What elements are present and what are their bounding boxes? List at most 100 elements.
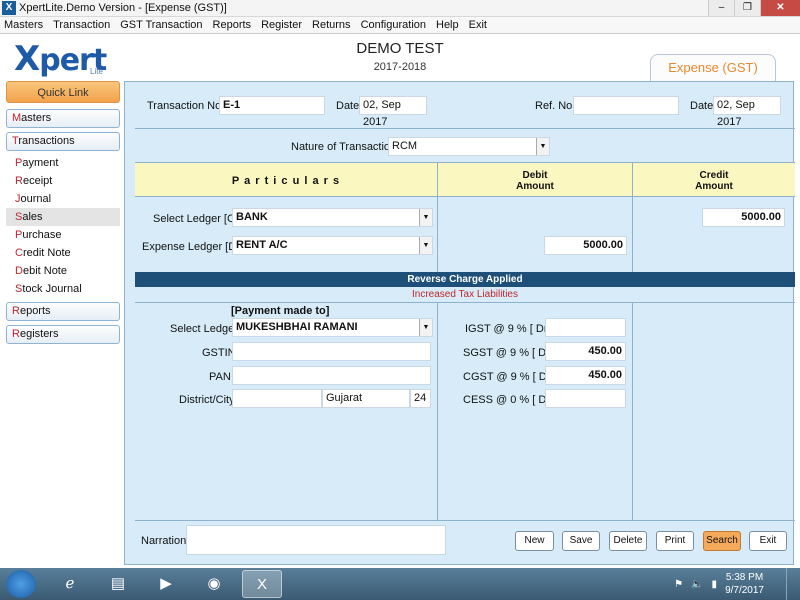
transaction-list: Payment Receipt Journal Sales Purchase C… [6,154,120,298]
payment-made-to-label: [Payment made to] [231,305,330,317]
chevron-down-icon[interactable]: ▼ [536,138,549,155]
media-player-icon[interactable]: ▶ [146,570,186,598]
chrome-icon[interactable]: ◉ [194,570,234,598]
delete-button[interactable]: Delete [609,531,647,551]
menu-gst-transaction[interactable]: GST Transaction [115,19,207,31]
select-ledger-cr-label: Select Ledger [Cr] [153,213,242,225]
sidebar-masters[interactable]: Masters [6,109,120,128]
network-icon[interactable]: ▮ [712,579,718,590]
debit-amount-field[interactable]: 5000.00 [544,236,627,255]
expense-form: Transaction No. E-1 Date 02, Sep 2017 Re… [124,81,795,565]
sgst-field[interactable]: 450.00 [545,342,626,361]
credit-amount-field[interactable]: 5000.00 [702,208,785,227]
sidebar-item-sales[interactable]: Sales [6,208,120,226]
cgst-label: CGST @ 9 % [ Dr ] [463,371,557,383]
narration-field[interactable] [186,525,446,555]
sidebar-item-receipt[interactable]: Receipt [6,172,120,190]
header: Xpert Lite DEMO TEST 2017-2018 Expense (… [0,35,800,81]
save-button[interactable]: Save [562,531,600,551]
party-ledger-select[interactable]: MUKESHBHAI RAMANI ▼ [232,318,433,337]
expense-ledger-select[interactable]: RENT A/C ▼ [232,236,433,255]
search-button[interactable]: Search [703,531,741,551]
sidebar-reports[interactable]: Reports [6,302,120,321]
menu-transaction[interactable]: Transaction [48,19,115,31]
ref-no-label: Ref. No. [535,100,576,112]
menu-returns[interactable]: Returns [307,19,356,31]
sidebar-item-credit-note[interactable]: Credit Note [6,244,120,262]
flag-icon[interactable]: ⚑ [674,579,683,590]
close-button[interactable]: ✕ [760,0,800,16]
financial-year: 2017-2018 [373,61,427,73]
particulars-header: P a r t i c u l a r s [231,174,341,187]
chevron-down-icon[interactable]: ▼ [419,209,432,226]
sidebar-transactions[interactable]: Transactions [6,132,120,151]
debit-amount-header: Debit Amount [437,163,632,198]
sgst-label: SGST @ 9 % [ Dr ] [463,347,556,359]
menu-masters[interactable]: Masters [0,19,48,31]
start-button[interactable] [6,570,36,598]
file-explorer-icon[interactable]: ▤ [98,570,138,598]
exit-button[interactable]: Exit [749,531,787,551]
expense-ledger-label: Expense Ledger [Dr] [142,241,243,253]
menu-help[interactable]: Help [431,19,464,31]
cgst-field[interactable]: 450.00 [545,366,626,385]
title-bar: X XpertLite.Demo Version - [Expense (GST… [0,0,800,17]
sidebar-item-purchase[interactable]: Purchase [6,226,120,244]
narration-label: Narration [141,535,187,547]
reverse-charge-banner: Reverse Charge Applied [135,272,795,287]
ref-no-field[interactable] [573,96,679,115]
taskbar: ℯ ▤ ▶ ◉ X ⚑ 🔈 ▮ 5:38 PM 9/7/2017 [0,568,800,600]
column-divider [632,197,633,272]
sidebar-item-stock-journal[interactable]: Stock Journal [6,280,120,298]
speaker-icon[interactable]: 🔈 [691,579,703,590]
pan-field[interactable] [232,366,431,385]
date-field[interactable]: 02, Sep 2017 [359,96,427,128]
state-field[interactable]: Gujarat [322,389,410,408]
pan-label: PAN [209,371,231,383]
state-code-field[interactable]: 24 [410,389,431,408]
gstin-field[interactable] [232,342,431,361]
column-divider [437,197,438,272]
credit-amount-header: Credit Amount [632,163,795,198]
print-button[interactable]: Print [656,531,694,551]
menu-reports[interactable]: Reports [208,19,257,31]
tab-expense-gst[interactable]: Expense (GST) [650,54,776,81]
column-divider [437,302,438,520]
transaction-no-field[interactable]: E-1 [219,96,325,115]
show-desktop-button[interactable] [786,568,800,600]
new-button[interactable]: New [515,531,554,551]
menu-configuration[interactable]: Configuration [356,19,431,31]
sidebar-item-debit-note[interactable]: Debit Note [6,262,120,280]
xpert-taskbar-icon[interactable]: X [242,570,282,598]
ref-date-label: Date [690,100,714,112]
sidebar-registers[interactable]: Registers [6,325,120,344]
divider [135,128,795,129]
menu-exit[interactable]: Exit [464,19,492,31]
restore-button[interactable]: ❐ [734,0,760,16]
internet-explorer-icon[interactable]: ℯ [50,570,90,598]
window-controls: – ❐ ✕ [708,0,800,16]
minimize-button[interactable]: – [708,0,734,16]
clock[interactable]: 5:38 PM 9/7/2017 [725,571,764,597]
transaction-no-label: Transaction No. [147,100,225,112]
nature-select[interactable]: RCM ▼ [388,137,550,156]
menu-bar: Masters Transaction GST Transaction Repo… [0,17,800,34]
sidebar-item-journal[interactable]: Journal [6,190,120,208]
cess-field[interactable] [545,389,626,408]
logo-lite-text: Lite [90,67,103,76]
window-title: XpertLite.Demo Version - [Expense (GST)] [19,2,227,14]
menu-register[interactable]: Register [256,19,307,31]
tax-liabilities-subtitle: Increased Tax Liabilities [412,289,518,300]
grid-header: P a r t i c u l a r s Debit Amount Credit… [135,162,795,198]
ref-date-field[interactable]: 02, Sep 2017 [713,96,781,128]
select-ledger-cr-select[interactable]: BANK ▼ [232,208,433,227]
system-tray: ⚑ 🔈 ▮ 5:38 PM 9/7/2017 [674,568,764,600]
igst-field[interactable] [545,318,626,337]
divider [135,520,795,521]
district-field[interactable] [232,389,322,408]
sidebar-item-payment[interactable]: Payment [6,154,120,172]
district-city-label: District/City [179,394,235,406]
chevron-down-icon[interactable]: ▼ [419,319,432,336]
gstin-label: GSTIN [202,347,236,359]
chevron-down-icon[interactable]: ▼ [419,237,432,254]
